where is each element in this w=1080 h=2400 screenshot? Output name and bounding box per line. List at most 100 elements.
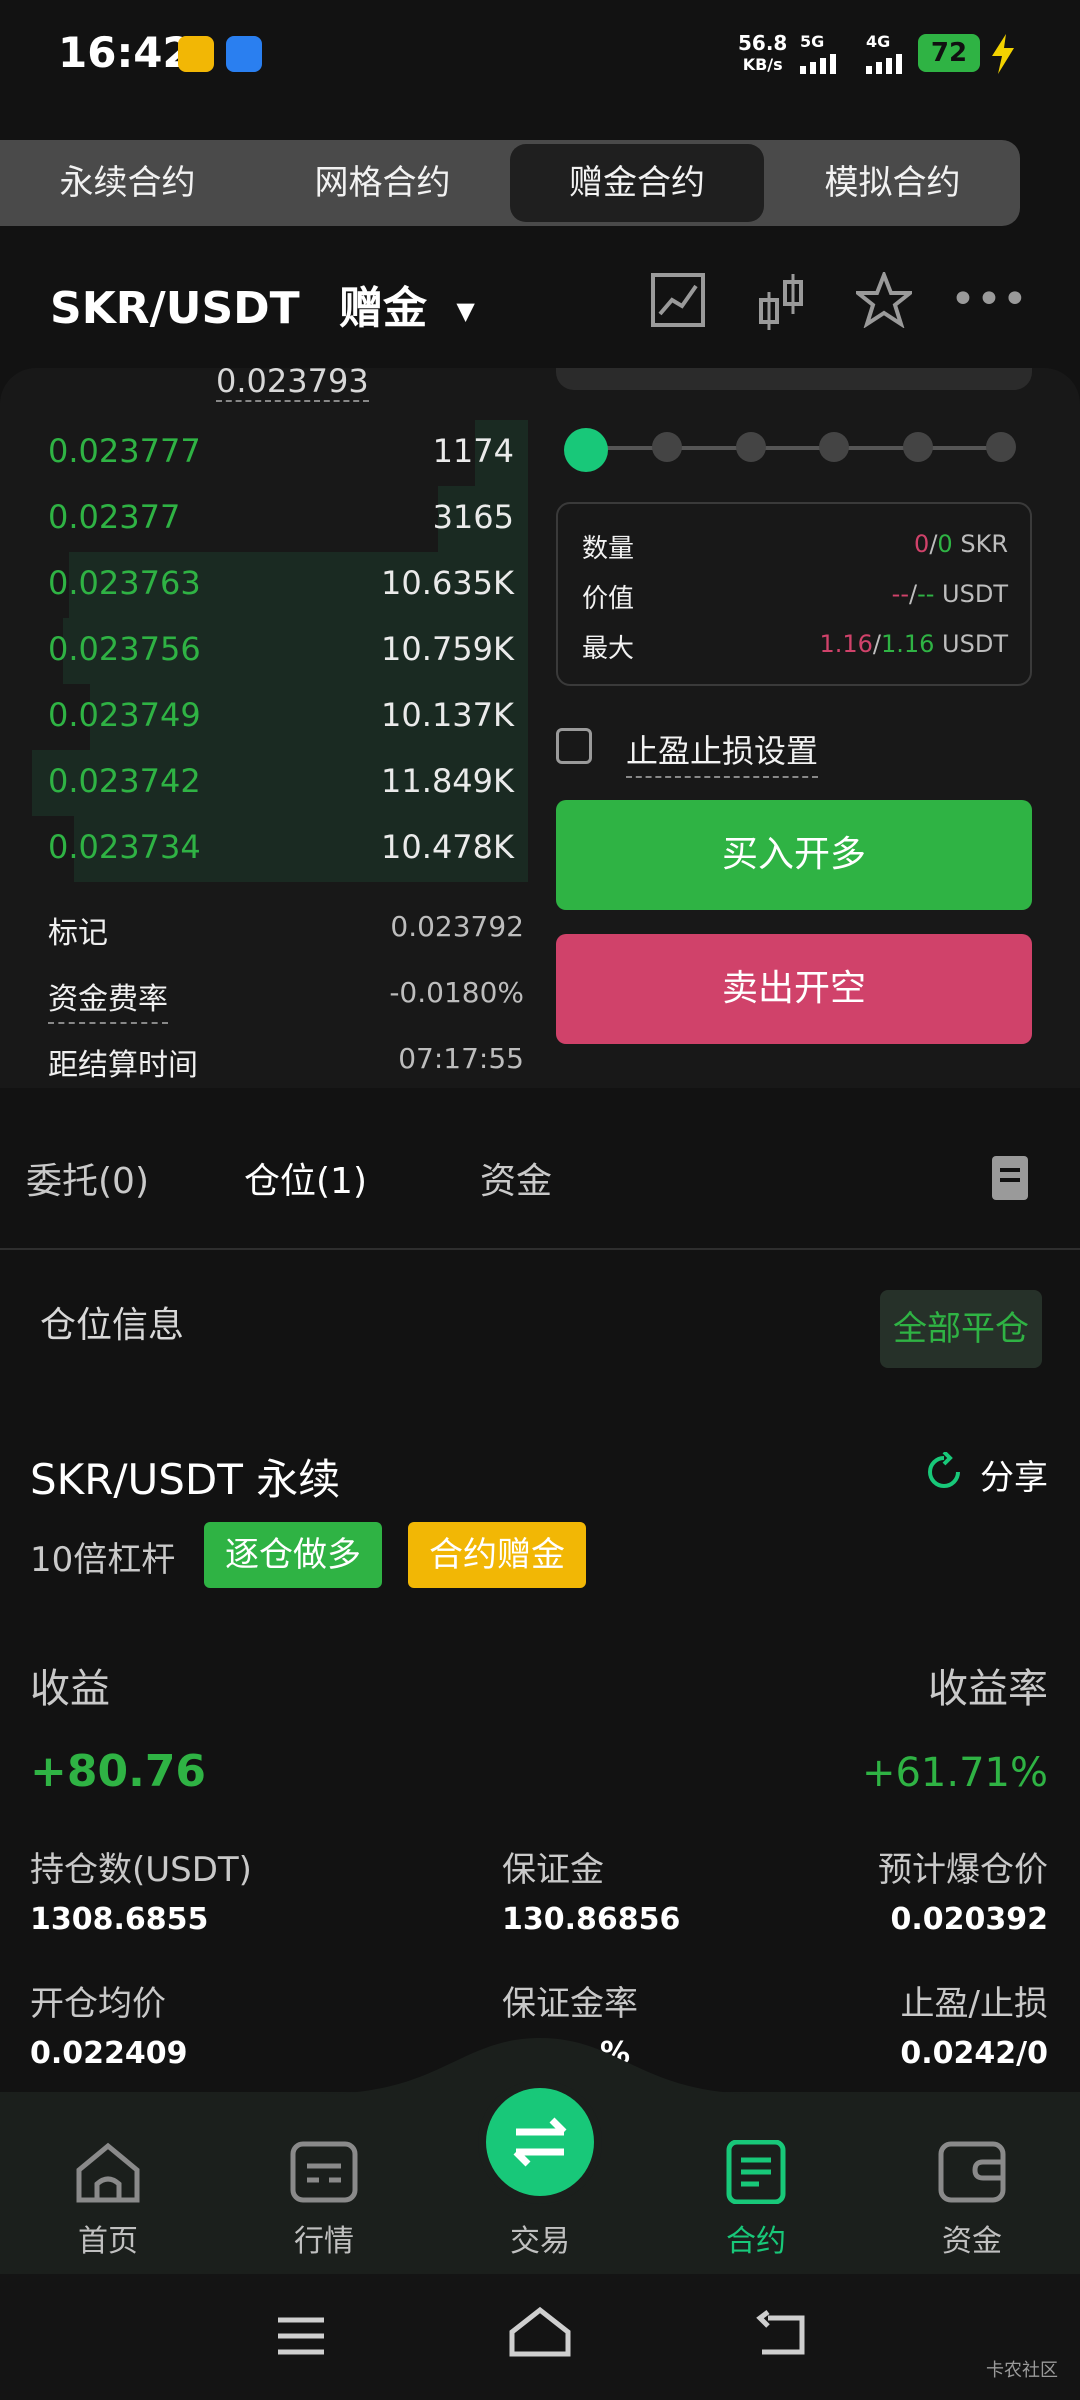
share-button[interactable]: 分享 [980,1450,1048,1499]
nav-home[interactable] [28,2140,188,2208]
sell-short-button[interactable]: 卖出开空 [556,934,1032,1044]
nav-trade-label[interactable]: 交易 [460,2216,620,2260]
bid-price: 0.023742 [48,762,201,800]
nav-trade[interactable] [486,2088,594,2196]
leverage-slider[interactable] [584,446,1004,450]
max-value: 1.16/1.16 USDT [819,630,1008,658]
nav-market[interactable] [244,2140,404,2208]
bid-price: 0.02377 [48,498,181,536]
funding-rate-value: -0.0180% [389,976,524,1009]
slider-step[interactable] [652,432,682,462]
bonus-tag: 合约赠金 [408,1522,586,1588]
caret-down-icon: ▼ [456,297,475,325]
qty-value: 0/0 SKR [914,530,1008,558]
bid-qty: 10.635K [381,564,514,602]
home-system-icon[interactable] [508,2306,572,2358]
slider-step[interactable] [986,432,1016,462]
margin-value: 130.86856 [502,1902,681,1937]
back-icon[interactable] [754,2310,806,2356]
status-time: 16:42 [58,28,192,77]
mark-label: 标记 [48,916,108,951]
margin-label: 保证金 [502,1850,604,1890]
tab-perpetual[interactable]: 永续合约 [0,140,255,226]
tp-sl-checkbox[interactable] [556,728,592,764]
tp-sl-label[interactable]: 止盈止损设置 [626,726,819,778]
chart-icon[interactable] [650,272,706,328]
orderbook-row[interactable]: 0.02377 3165 [0,486,528,552]
app-icon [178,36,214,72]
nav-wallet[interactable] [892,2140,1052,2208]
pair-selector[interactable]: SKR/USDT 赠金 ▼ [50,272,475,336]
bid-qty: 11.849K [381,762,514,800]
tab-funds[interactable]: 资金 [480,1152,552,1204]
document-icon[interactable] [992,1156,1028,1200]
value-value: --/-- USDT [891,580,1008,608]
more-icon[interactable]: ••• [950,278,1028,322]
contract-icon [726,2139,786,2205]
slider-step[interactable] [903,432,933,462]
signal-4g-icon [866,54,902,74]
tab-orders[interactable]: 委托(0) [26,1152,149,1204]
signal-5g-label: 5G [800,32,825,51]
nav-contract-label[interactable]: 合约 [676,2216,836,2260]
bid-qty: 1174 [432,432,514,470]
pnl-value: +80.76 [30,1746,207,1797]
watermark: 卡农社区 [986,2360,1058,2381]
size-label: 持仓数(USDT) [30,1850,252,1890]
nav-hump [320,2038,760,2094]
wallet-icon [938,2141,1006,2203]
buy-long-button[interactable]: 买入开多 [556,800,1032,910]
orderbook-row[interactable]: 0.023749 10.137K [0,684,528,750]
nav-contract[interactable] [676,2139,836,2208]
network-speed: 56.8 KB/s [738,31,788,74]
nav-home-label[interactable]: 首页 [28,2216,188,2260]
close-all-button[interactable]: 全部平仓 [880,1290,1042,1368]
bid-price: 0.023749 [48,696,201,734]
bid-price: 0.023777 [48,432,201,470]
tab-demo[interactable]: 模拟合约 [765,140,1020,226]
candlestick-icon[interactable] [756,272,806,332]
nav-wallet-label[interactable]: 资金 [892,2216,1052,2260]
contract-type-tabs: 永续合约 网格合约 赠金合约 模拟合约 [0,140,1020,226]
pnl-label: 收益 [30,1666,110,1712]
roe-value: +61.71% [861,1750,1048,1796]
status-bar: 16:42 56.8 KB/s 5G 4G 72 [0,0,1080,110]
slider-knob[interactable] [564,428,608,472]
qty-label: 数量 [582,534,635,564]
orderbook-row[interactable]: 0.023734 10.478K [0,816,528,882]
bid-qty: 10.137K [381,696,514,734]
orderbook-row[interactable]: 0.023777 1174 [0,420,528,486]
bid-price: 0.023763 [48,564,201,602]
section-divider [0,1248,1080,1250]
value-label: 价值 [582,584,635,614]
nav-market-label[interactable]: 行情 [244,2216,404,2260]
favorite-star-icon[interactable] [856,272,912,328]
roe-label: 收益率 [928,1666,1048,1712]
tab-positions[interactable]: 仓位(1) [244,1152,367,1204]
pair-symbol: SKR/USDT [50,283,300,334]
bid-price: 0.023734 [48,828,201,866]
menu-icon[interactable] [276,2316,326,2356]
share-icon[interactable] [924,1452,964,1492]
signal-5g-icon [800,54,836,74]
size-value: 1308.6855 [30,1902,209,1937]
bid-qty: 10.478K [381,828,514,866]
liq-price-label: 预计爆仓价 [878,1850,1048,1890]
slider-step[interactable] [819,432,849,462]
orderbook-row[interactable]: 0.023763 10.635K [0,552,528,618]
orderbook-row[interactable]: 0.023756 10.759K [0,618,528,684]
tab-grid[interactable]: 网格合约 [255,140,510,226]
battery-indicator: 72 [918,34,980,72]
bid-qty: 10.759K [381,630,514,668]
tab-bonus[interactable]: 赠金合约 [510,144,764,222]
side-tag: 逐仓做多 [204,1522,382,1588]
orderbook-row[interactable]: 0.023742 11.849K [0,750,528,816]
funding-rate-label[interactable]: 资金费率 [48,974,168,1024]
hotspot-icon [226,36,262,72]
pair-mode: 赠金 [339,283,428,334]
max-label: 最大 [582,634,635,664]
bid-qty: 3165 [432,498,514,536]
mark-value: 0.023792 [390,910,524,943]
position-symbol: SKR/USDT 永续 [30,1455,341,1504]
slider-step[interactable] [736,432,766,462]
